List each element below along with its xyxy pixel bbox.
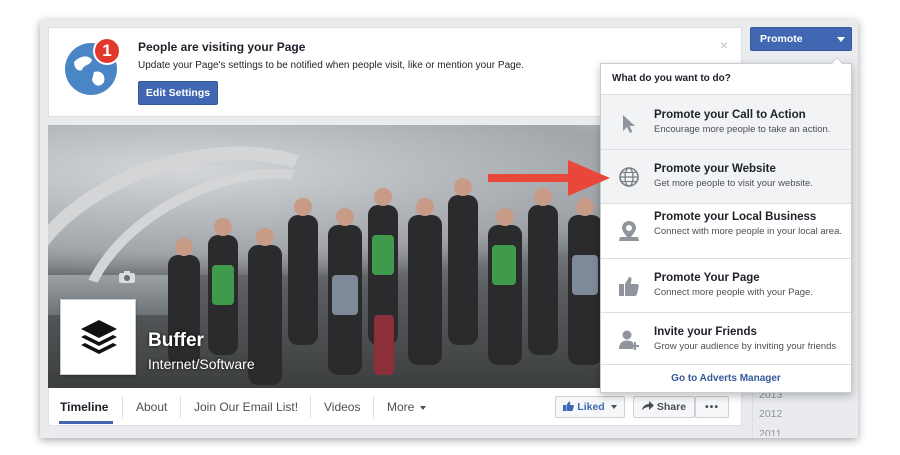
nav-divider <box>310 396 311 418</box>
menu-item-title: Promote Your Page <box>654 272 760 284</box>
promote-button-label: Promote <box>760 33 803 45</box>
camera-icon[interactable] <box>118 270 136 287</box>
close-icon[interactable]: × <box>720 37 728 53</box>
liked-button[interactable]: Liked <box>555 396 625 418</box>
menu-item-local-business[interactable]: Promote your Local Business Connect with… <box>601 203 851 258</box>
menu-item-invite-friends[interactable]: Invite your Friends Grow your audience b… <box>601 312 851 364</box>
menu-item-desc: Connect with more people in your local a… <box>654 226 842 237</box>
caret-down-icon <box>419 405 426 410</box>
thumbs-up-icon <box>563 401 575 411</box>
active-tab-indicator <box>59 421 113 424</box>
tab-more[interactable]: More <box>387 400 426 414</box>
cursor-icon <box>623 115 635 133</box>
more-options-button[interactable]: ••• <box>695 396 729 418</box>
share-arrow-icon <box>641 401 654 411</box>
page-category[interactable]: Internet/Software <box>148 356 255 372</box>
share-label: Share <box>656 401 687 413</box>
share-button[interactable]: Share <box>633 396 695 418</box>
nav-divider <box>373 396 374 418</box>
notification-title: People are visiting your Page <box>138 40 306 54</box>
globe-icon <box>619 167 639 187</box>
liked-label: Liked <box>577 401 605 413</box>
add-person-icon <box>619 330 639 350</box>
tab-videos[interactable]: Videos <box>324 400 360 414</box>
tab-email-list[interactable]: Join Our Email List! <box>194 400 298 414</box>
menu-item-desc: Get more people to visit your website. <box>654 178 813 189</box>
page-name[interactable]: Buffer <box>148 330 204 352</box>
profile-picture[interactable] <box>60 299 136 375</box>
thumbs-up-icon <box>619 277 639 296</box>
year-link[interactable]: 2011 <box>759 428 782 436</box>
tab-timeline[interactable]: Timeline <box>60 400 108 414</box>
promote-menu-heading: What do you want to do? <box>612 73 731 84</box>
nav-divider <box>122 396 123 418</box>
nav-divider <box>180 396 181 418</box>
location-pin-icon <box>619 221 639 241</box>
notification-text: Update your Page's settings to be notifi… <box>138 60 525 71</box>
buffer-logo-icon <box>81 320 117 354</box>
menu-item-desc: Grow your audience by inviting your frie… <box>654 341 837 352</box>
menu-item-title: Promote your Local Business <box>654 211 817 223</box>
menu-item-title: Promote your Website <box>654 163 776 175</box>
menu-item-desc: Encourage more people to take an action. <box>654 124 831 135</box>
edit-settings-button[interactable]: Edit Settings <box>138 81 218 105</box>
year-link[interactable]: 2012 <box>759 408 782 420</box>
notification-count-badge: 1 <box>93 37 121 65</box>
menu-item-title: Promote your Call to Action <box>654 109 806 121</box>
caret-down-icon <box>610 405 617 410</box>
dropdown-pointer-inner <box>832 58 842 64</box>
tab-about[interactable]: About <box>136 400 167 414</box>
menu-item-call-to-action[interactable]: Promote your Call to Action Encourage mo… <box>601 94 851 149</box>
menu-item-desc: Connect more people with your Page. <box>654 287 813 298</box>
menu-item-promote-page[interactable]: Promote Your Page Connect more people wi… <box>601 258 851 312</box>
menu-item-title: Invite your Friends <box>654 326 757 338</box>
red-arrow-annotation <box>488 160 610 196</box>
promote-button[interactable]: Promote <box>750 27 852 51</box>
caret-down-icon <box>837 37 845 42</box>
menu-item-website[interactable]: Promote your Website Get more people to … <box>601 149 851 203</box>
tab-more-label: More <box>387 400 415 414</box>
promote-menu: What do you want to do? Promote your Cal… <box>600 63 852 393</box>
adverts-manager-link[interactable]: Go to Adverts Manager <box>601 364 851 392</box>
